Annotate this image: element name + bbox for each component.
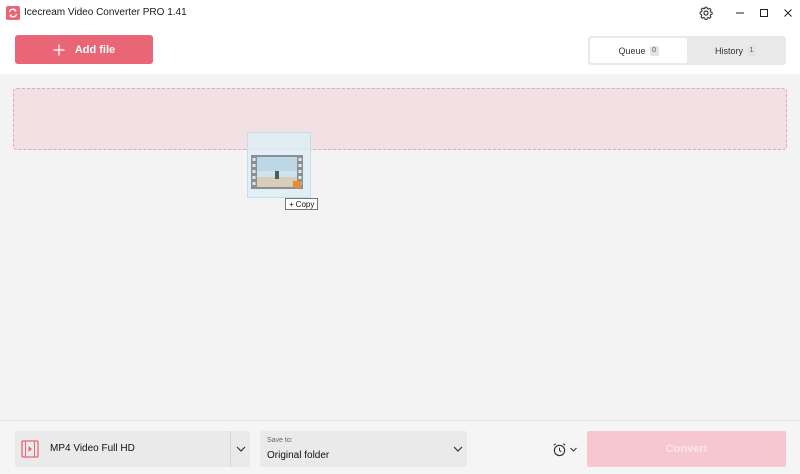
chevron-down-icon (453, 446, 463, 452)
queue-count-badge: 0 (649, 45, 659, 56)
convert-button[interactable]: Convert (587, 431, 786, 467)
save-to-value: Original folder (267, 450, 330, 461)
chevron-down-icon[interactable] (235, 443, 247, 455)
view-tabs: Queue 0 History 1 (588, 36, 786, 65)
footer-bar: MP4 Video Full HD Save to: Original fold… (0, 420, 800, 474)
plus-icon: + (289, 199, 294, 209)
video-file-thumbnail-icon (251, 155, 303, 189)
minimize-icon (736, 12, 744, 14)
save-to-caption: Save to: (267, 437, 293, 444)
add-file-label: Add file (74, 43, 116, 56)
plus-icon (53, 44, 65, 55)
convert-label: Convert (665, 443, 708, 455)
app-logo-icon (6, 6, 20, 20)
save-location-select[interactable]: Save to: Original folder (260, 431, 467, 467)
close-button[interactable] (779, 4, 797, 22)
alarm-clock-icon (553, 442, 566, 456)
window-title: Icecream Video Converter PRO 1.41 (24, 7, 187, 18)
tab-history[interactable]: History 1 (687, 38, 784, 63)
title-bar: Icecream Video Converter PRO 1.41 (0, 0, 800, 26)
settings-button[interactable] (697, 4, 715, 22)
app-window: Icecream Video Converter PRO 1.41 Add fi… (0, 0, 800, 474)
history-count-badge: 1 (747, 45, 756, 56)
minimize-button[interactable] (731, 4, 749, 22)
add-file-button[interactable]: Add file (15, 35, 153, 64)
close-icon (784, 9, 792, 17)
format-select-divider (230, 431, 231, 467)
copy-label: Copy (295, 199, 315, 209)
chevron-down-icon (570, 447, 577, 452)
header-bar: Add file Queue 0 History 1 (0, 26, 800, 74)
tab-history-label: History (714, 45, 743, 56)
schedule-timer-button[interactable] (552, 440, 580, 458)
maximize-button[interactable] (755, 4, 773, 22)
film-icon (21, 440, 39, 458)
queue-area: + Copy (0, 74, 800, 420)
gear-icon (699, 6, 713, 20)
tab-queue-label: Queue (618, 45, 646, 56)
tab-queue[interactable]: Queue 0 (590, 38, 687, 63)
drag-copy-tooltip: + Copy (285, 198, 319, 210)
maximize-icon (760, 9, 768, 17)
output-format-select[interactable]: MP4 Video Full HD (15, 431, 250, 467)
output-format-label: MP4 Video Full HD (50, 443, 135, 454)
drag-preview (247, 132, 311, 198)
file-drop-zone[interactable] (13, 88, 787, 150)
